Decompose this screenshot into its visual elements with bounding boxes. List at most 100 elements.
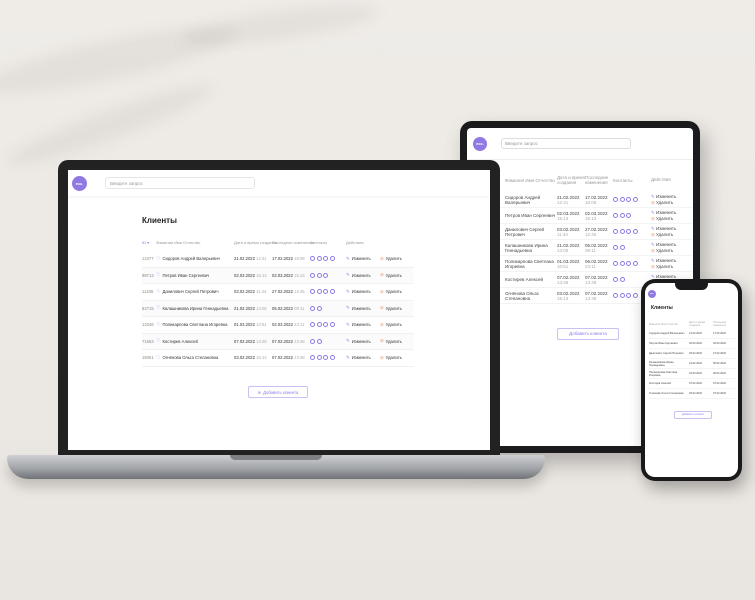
contact-icon[interactable] (323, 272, 328, 278)
contact-icon[interactable] (619, 277, 625, 282)
contact-icon[interactable] (626, 261, 631, 266)
contact-icon[interactable] (310, 338, 315, 344)
edit-button[interactable]: ✎ Изменить (346, 338, 380, 344)
delete-button[interactable]: ⊘ Удалить (380, 305, 414, 311)
contact-icon[interactable] (613, 293, 618, 298)
contact-icon[interactable] (329, 355, 335, 361)
add-client-button[interactable]: Добавить клиента (557, 328, 619, 340)
contact-icon[interactable] (632, 261, 638, 266)
search-input[interactable]: Введите запрос (105, 177, 255, 189)
contact-icon[interactable] (619, 197, 625, 202)
edit-button[interactable]: ✎ Изменить (346, 289, 380, 295)
contact-icon[interactable] (316, 338, 322, 344)
contact-icon[interactable] (310, 322, 315, 328)
contact-icon[interactable] (310, 272, 315, 278)
column-header-created[interactable]: Дата и время создания (234, 240, 277, 245)
contact-icon[interactable] (626, 213, 631, 218)
heart-icon[interactable]: ♡ (156, 322, 160, 328)
changed-cell: 06.02.2022 23:11 (585, 259, 613, 269)
delete-button[interactable]: ⊘ Удалить (651, 248, 681, 254)
heart-icon[interactable]: ♡ (156, 305, 160, 311)
contact-icon[interactable] (329, 289, 335, 295)
delete-button[interactable]: ⊘ Удалить (380, 355, 414, 361)
contact-icon[interactable] (626, 229, 631, 234)
contact-icon[interactable] (632, 293, 638, 298)
created-date: 03.02.2022 (689, 392, 702, 395)
column-header-changed[interactable]: Последние изменения (713, 321, 737, 327)
delete-button[interactable]: ⊘ Удалить (380, 338, 414, 344)
contact-icon[interactable] (316, 289, 322, 295)
edit-button[interactable]: ✎ Изменить (346, 272, 380, 278)
contact-icon[interactable] (613, 245, 618, 250)
contact-icon[interactable] (310, 355, 315, 361)
contact-icon[interactable] (310, 305, 315, 311)
column-header-id[interactable]: ID ▾ (142, 240, 156, 245)
contact-icon[interactable] (613, 261, 618, 266)
heart-icon[interactable]: ♡ (156, 256, 160, 262)
client-name: Костирев Алексей (649, 382, 671, 385)
column-header-name[interactable]: Фамилия Имя Отчество (505, 178, 557, 183)
contact-icon[interactable] (626, 293, 631, 298)
contact-icon[interactable] (323, 322, 328, 328)
contact-icon[interactable] (632, 229, 638, 234)
heart-icon[interactable]: ♡ (156, 355, 160, 361)
contact-icon[interactable] (613, 197, 618, 202)
edit-button[interactable]: ✎ Изменить (346, 305, 380, 311)
column-header-changed[interactable]: Последние изменения (585, 175, 613, 185)
column-header-name[interactable]: Фамилия Имя Отчество (649, 323, 689, 326)
client-name: Костирев Алексей (162, 338, 198, 344)
changed-time: 23:11 (585, 263, 596, 269)
edit-button[interactable]: ✎ Изменить (346, 355, 380, 361)
heart-icon[interactable]: ♡ (156, 289, 160, 295)
contact-icon[interactable] (626, 197, 631, 202)
column-header-created[interactable]: Дата и время создания (557, 175, 585, 185)
contact-icon[interactable] (323, 355, 328, 361)
contact-icon[interactable] (632, 197, 638, 202)
delete-button[interactable]: ⊘ Удалить (651, 232, 681, 238)
contact-icon[interactable] (619, 229, 625, 234)
column-header-name[interactable]: Фамилия Имя Отчество (156, 240, 234, 245)
add-client-button[interactable]: Добавить клиента (674, 411, 712, 419)
contact-icon[interactable] (619, 245, 625, 250)
delete-button[interactable]: ⊘ Удалить (651, 216, 681, 222)
edit-button[interactable]: ✎ Изменить (346, 322, 380, 328)
heart-icon[interactable]: ♡ (156, 272, 160, 278)
actions-cell: ✎ Изменить⊘ Удалить (651, 242, 681, 253)
contact-icon[interactable] (329, 256, 335, 262)
contacts-cell (310, 322, 346, 328)
edit-button[interactable]: ✎ Изменить (346, 256, 380, 262)
search-input[interactable]: Введите запрос (501, 138, 631, 149)
contact-icon[interactable] (619, 293, 625, 298)
add-client-button[interactable]: ⊕ Добавить клиента (248, 386, 308, 398)
contact-icon[interactable] (310, 289, 315, 295)
pencil-icon: ✎ (346, 272, 350, 278)
heart-icon[interactable]: ♡ (156, 338, 160, 344)
contact-icon[interactable] (316, 322, 322, 328)
delete-button[interactable]: ⊘ Удалить (651, 200, 681, 206)
delete-button[interactable]: ⊘ Удалить (380, 289, 414, 295)
table-row: 98713 ♡ Петров Иван Сергеевич 02.03.2022 15… (142, 267, 414, 284)
contact-icon[interactable] (323, 289, 328, 295)
delete-button[interactable]: ⊘ Удалить (380, 256, 414, 262)
changed-date: 27.02.2022 (272, 289, 293, 295)
client-id: 12346 (142, 322, 154, 328)
contact-icon[interactable] (310, 256, 315, 262)
contact-icon[interactable] (329, 322, 335, 328)
delete-button[interactable]: ⊘ Удалить (380, 272, 414, 278)
table-row: Поликарпова Светлана Игоревна 01.03.2022 0… (649, 369, 737, 379)
column-header-created[interactable]: Дата и время создания (689, 321, 713, 327)
contact-icon[interactable] (613, 277, 618, 282)
contact-icon[interactable] (316, 256, 322, 262)
contact-icon[interactable] (619, 213, 625, 218)
delete-button[interactable]: ⊘ Удалить (380, 322, 414, 328)
column-header-changed[interactable]: Последние изменения (272, 240, 314, 245)
contact-icon[interactable] (316, 305, 322, 311)
contact-icon[interactable] (323, 256, 328, 262)
changed-date: 27.02.2022 (713, 352, 726, 355)
contact-icon[interactable] (613, 213, 618, 218)
contact-icon[interactable] (613, 229, 618, 234)
contact-icon[interactable] (316, 272, 322, 278)
delete-button[interactable]: ⊘ Удалить (651, 264, 681, 270)
contact-icon[interactable] (316, 355, 322, 361)
contact-icon[interactable] (619, 261, 625, 266)
